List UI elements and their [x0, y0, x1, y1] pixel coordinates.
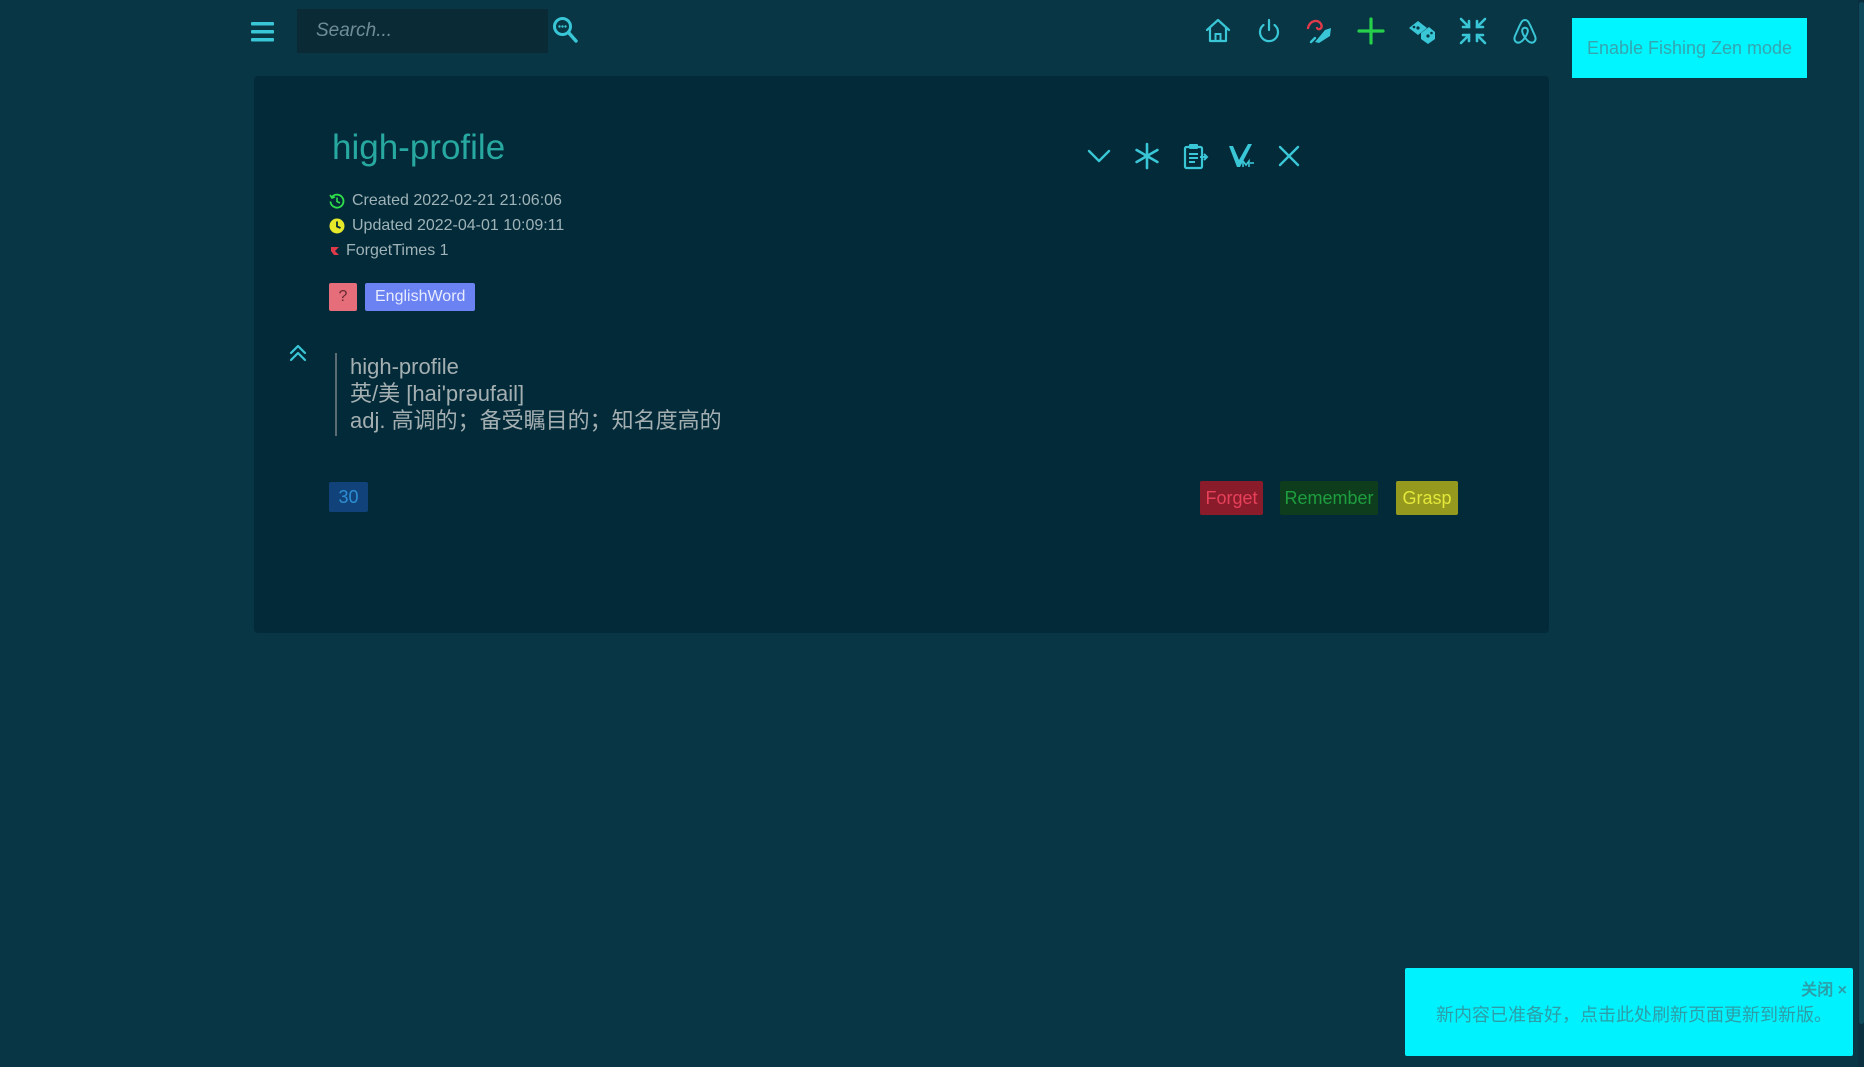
search-input[interactable]: [297, 9, 548, 53]
power-icon: [1258, 18, 1280, 43]
hamburger-menu-icon: [251, 22, 274, 42]
home-button[interactable]: [1203, 16, 1233, 46]
created-row: Created 2022-02-21 21:06:06: [329, 192, 562, 210]
updated-text: Updated 2022-04-01 10:09:11: [352, 217, 565, 234]
compress-icon: [1459, 17, 1487, 45]
compress-button[interactable]: [1458, 16, 1488, 46]
copy-button[interactable]: [1180, 141, 1210, 171]
close-icon: [1278, 145, 1300, 167]
history-icon: [329, 193, 345, 209]
search-icon: [553, 17, 578, 43]
forget-icon: [331, 247, 339, 255]
count-badge: 30: [329, 482, 368, 512]
markdown-icon: [1229, 144, 1254, 167]
content-pronunciation: 英/美 [hai'prəufail]: [350, 381, 525, 406]
fishing-icon: [1306, 19, 1331, 44]
notification-text: 新内容已准备好，点击此处刷新页面更新到新版。: [1436, 1005, 1832, 1025]
category-tag[interactable]: EnglishWord: [365, 283, 476, 311]
dice-icon: [1409, 21, 1435, 44]
word-content: high-profile 英/美 [hai'prəufail] adj. 高调的…: [335, 353, 895, 436]
clock-icon: [329, 218, 345, 234]
forget-times-row: ForgetTimes 1: [329, 242, 449, 260]
remember-button[interactable]: Remember: [1280, 481, 1378, 515]
question-tag[interactable]: ?: [329, 283, 357, 311]
home-icon: [1205, 18, 1231, 43]
scrollbar-thumb[interactable]: [1859, 2, 1864, 1024]
asterisk-button[interactable]: [1132, 141, 1162, 171]
grasp-button[interactable]: Grasp: [1396, 481, 1458, 515]
updated-row: Updated 2022-04-01 10:09:11: [329, 217, 564, 235]
forget-button[interactable]: Forget: [1200, 481, 1263, 515]
menu-button[interactable]: [250, 18, 276, 46]
fishing-zen-mode-button[interactable]: Enable Fishing Zen mode: [1572, 18, 1807, 78]
content-word: high-profile: [350, 354, 459, 379]
random-button[interactable]: [1407, 16, 1437, 46]
notification-close-button[interactable]: 关闭 ×: [1801, 976, 1847, 1000]
close-card-button[interactable]: [1274, 141, 1304, 171]
search-button[interactable]: [552, 16, 578, 44]
markdown-button[interactable]: [1226, 141, 1256, 171]
power-button[interactable]: [1254, 16, 1284, 46]
content-definition: adj. 高调的；备受瞩目的；知名度高的: [350, 408, 722, 433]
chevron-double-up-icon: [289, 344, 307, 362]
airbnb-button[interactable]: [1510, 16, 1540, 46]
airbnb-icon: [1513, 18, 1537, 44]
collapse-button[interactable]: [288, 343, 308, 363]
update-notification[interactable]: 关闭 × 新内容已准备好，点击此处刷新页面更新到新版。: [1405, 968, 1853, 1056]
chevron-down-icon: [1087, 149, 1111, 163]
forget-times-text: ForgetTimes 1: [346, 242, 449, 259]
clipboard-icon: [1183, 144, 1209, 170]
fishing-button[interactable]: [1305, 16, 1335, 46]
asterisk-icon: [1135, 142, 1159, 170]
word-card: high-profile Created 2022-02-21 21:06:06…: [254, 76, 1549, 633]
add-icon: [1357, 17, 1385, 45]
card-title: high-profile: [332, 128, 506, 167]
created-text: Created 2022-02-21 21:06:06: [352, 192, 562, 209]
expand-button[interactable]: [1084, 141, 1114, 171]
add-button[interactable]: [1356, 16, 1386, 46]
